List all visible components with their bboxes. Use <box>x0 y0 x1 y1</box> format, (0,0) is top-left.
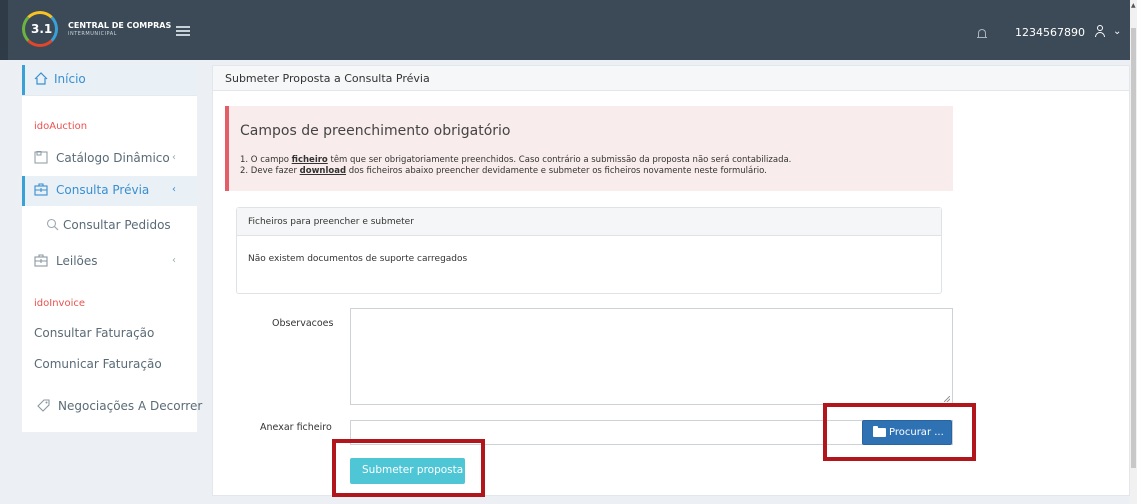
required-fields-alert: Campos de preenchimento obrigatório 1. O… <box>225 106 953 191</box>
tag-icon <box>37 399 50 412</box>
alert-line-2: 2. Deve fazer download dos ficheiros aba… <box>240 166 767 176</box>
search-icon <box>46 218 59 231</box>
sidebar-item-inicio[interactable]: Início <box>22 65 197 95</box>
main-panel: Submeter Proposta a Consulta Prévia Camp… <box>212 65 1130 496</box>
scroll-up-arrow-icon[interactable]: ▲ <box>1131 2 1136 9</box>
active-indicator <box>22 176 25 206</box>
section-title-idoinvoice: idoInvoice <box>34 298 85 309</box>
brand-subtitle: INTERMUNICIPAL <box>68 31 117 37</box>
alert-keyword: ficheiro <box>291 155 328 165</box>
home-icon <box>34 72 48 85</box>
files-box: Ficheiros para preencher e submeter Não … <box>236 207 942 294</box>
alert-text: dos ficheiros abaixo preencher devidamen… <box>346 166 767 176</box>
briefcase-icon <box>34 254 48 267</box>
active-indicator <box>22 65 25 95</box>
highlight-box-browse <box>823 403 976 461</box>
sidebar-item-leiloes[interactable]: Leilões ‹ <box>22 247 197 277</box>
collapse-caret-icon: ‹ <box>172 255 176 266</box>
bell-icon[interactable] <box>977 29 987 40</box>
page-title: Submeter Proposta a Consulta Prévia <box>225 72 430 85</box>
user-icon[interactable] <box>1094 25 1106 37</box>
page-scrollbar[interactable]: ▲ <box>1130 0 1137 504</box>
sidebar: Início idoAuction Catálogo Dinâmico ‹ Co… <box>22 65 202 432</box>
sidebar-item-label: Leilões <box>56 254 98 268</box>
sidebar-item-label: Consultar Faturação <box>34 326 155 340</box>
files-box-title: Ficheiros para preencher e submeter <box>248 217 414 227</box>
sidebar-item-consultar-faturacao[interactable]: Consultar Faturação <box>22 319 197 349</box>
alert-heading: Campos de preenchimento obrigatório <box>240 123 511 139</box>
alert-keyword: download <box>299 166 347 176</box>
brand-logo[interactable]: 3.1 CENTRAL DE COMPRAS INTERMUNICIPAL <box>22 9 171 49</box>
logo-badge: 3.1 <box>31 22 53 36</box>
brand-name: CENTRAL DE COMPRAS <box>68 21 172 30</box>
navbar-edge <box>0 0 8 60</box>
sidebar-item-consulta-previa[interactable]: Consulta Prévia ‹ <box>22 176 197 206</box>
observacoes-label: Observacoes <box>272 318 334 329</box>
collapse-caret-icon: ‹ <box>172 152 176 163</box>
sidebar-item-negociacoes[interactable]: Negociações A Decorrer <box>22 392 202 422</box>
user-name[interactable]: 1234567890 <box>1015 26 1085 39</box>
sidebar-divider <box>22 95 197 96</box>
alert-text: 1. O campo <box>240 155 292 165</box>
alert-text: 2. Deve fazer <box>240 166 300 176</box>
scrollbar-thumb[interactable] <box>1131 28 1136 468</box>
sidebar-item-catalogo[interactable]: Catálogo Dinâmico ‹ <box>22 144 197 174</box>
sidebar-item-label: Consulta Prévia <box>56 183 150 197</box>
catalog-icon <box>34 151 48 164</box>
briefcase-icon <box>34 183 48 196</box>
sidebar-item-label: Negociações A Decorrer <box>58 399 203 413</box>
observacoes-textarea[interactable] <box>350 308 953 405</box>
files-empty-message: Não existem documentos de suporte carreg… <box>248 254 468 264</box>
resize-grip-icon[interactable] <box>944 396 950 402</box>
highlight-box-submit <box>332 439 485 497</box>
sidebar-item-label: Consultar Pedidos <box>63 218 171 232</box>
alert-text: têm que ser obrigatoriamente preenchidos… <box>327 155 792 165</box>
sidebar-item-label: Início <box>54 72 86 86</box>
section-title-idoauction: idoAuction <box>34 121 88 132</box>
alert-line-1: 1. O campo ficheiro têm que ser obrigato… <box>240 155 791 165</box>
anexar-ficheiro-label: Anexar ficheiro <box>260 422 332 433</box>
files-box-header: Ficheiros para preencher e submeter <box>237 208 941 236</box>
user-dropdown-chevron-icon[interactable]: ⌄ <box>1113 26 1121 37</box>
sidebar-item-comunicar-faturacao[interactable]: Comunicar Faturação <box>22 350 197 380</box>
sidebar-item-label: Comunicar Faturação <box>34 357 162 371</box>
menu-toggle-icon[interactable] <box>176 26 190 36</box>
sidebar-item-label: Catálogo Dinâmico <box>56 151 170 165</box>
panel-header: Submeter Proposta a Consulta Prévia <box>213 66 1129 91</box>
collapse-caret-icon: ‹ <box>172 184 176 195</box>
sidebar-item-consultar-pedidos[interactable]: Consultar Pedidos <box>22 211 197 241</box>
top-navbar: 3.1 CENTRAL DE COMPRAS INTERMUNICIPAL 12… <box>0 0 1130 60</box>
